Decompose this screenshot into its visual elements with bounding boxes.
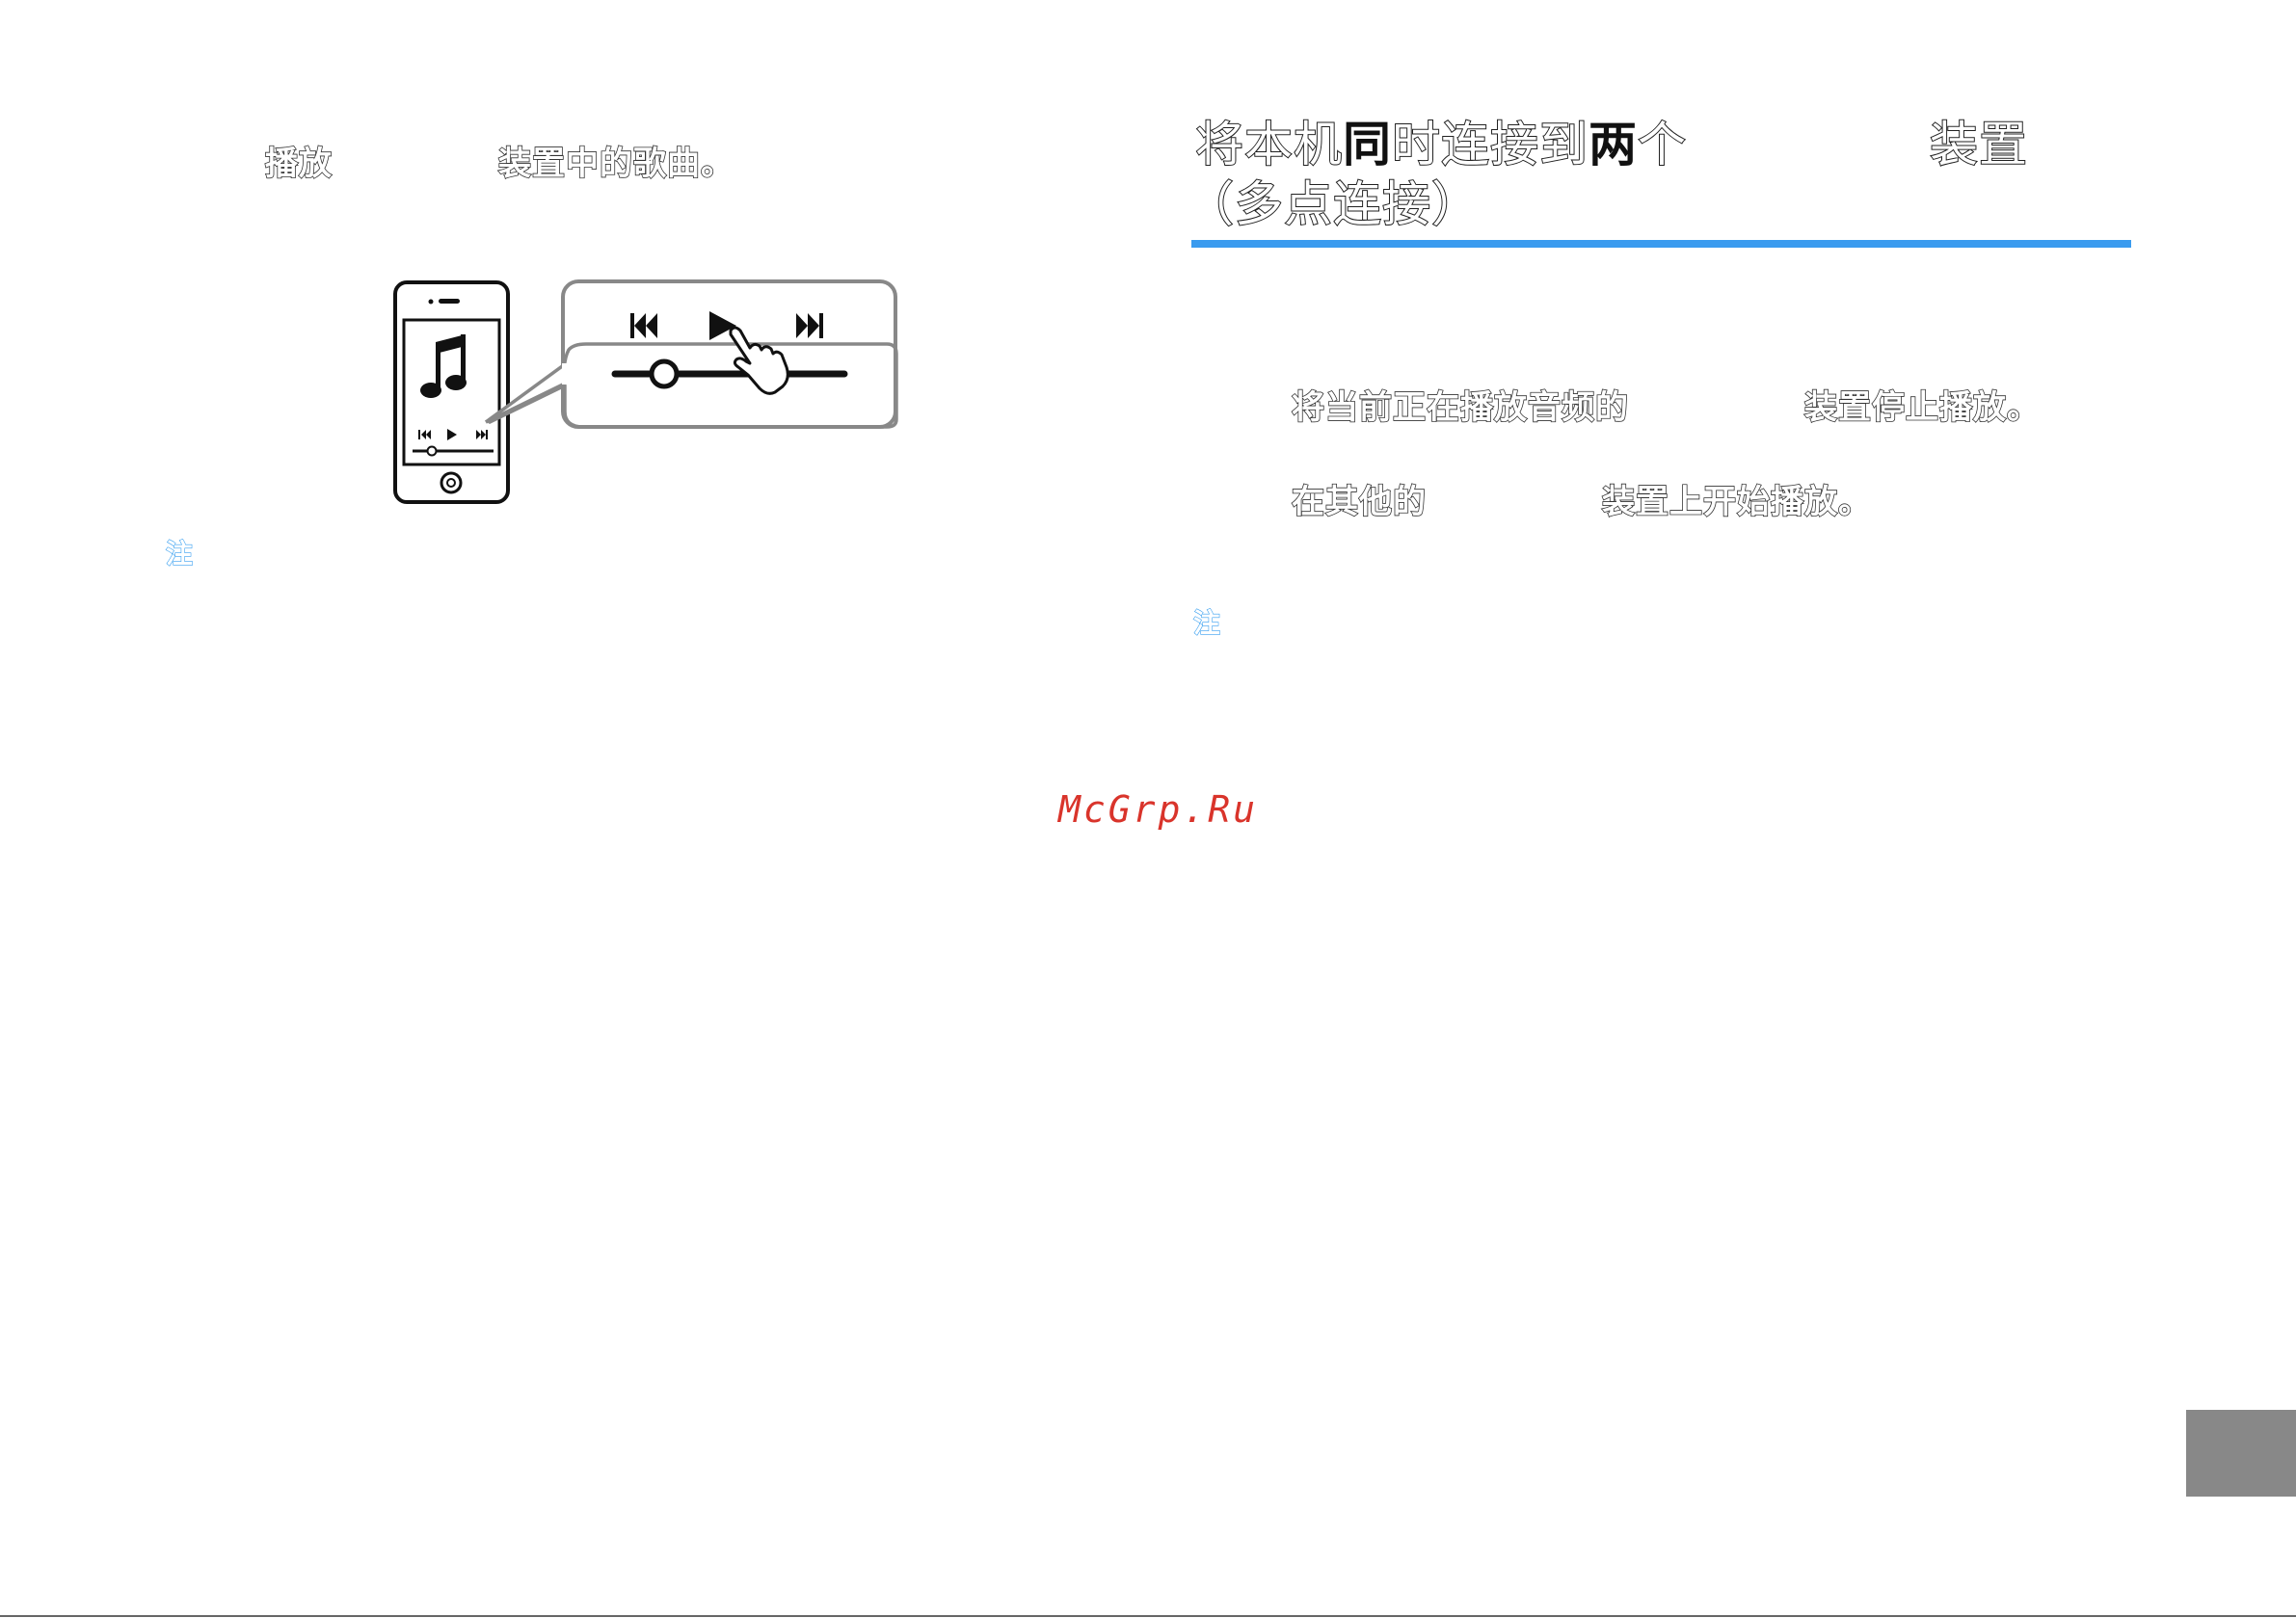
left-step-text: 播放 装置中的歌曲。 [264, 144, 734, 184]
left-step-part2: 装置中的歌曲。 [497, 144, 734, 184]
right-step2-text: 在其他的 装置上开始播放。 [1291, 482, 1872, 522]
section-heading-line1: 将本机同时连接到两个 装置 [1194, 116, 2028, 173]
heading-part-c: 时连接到 [1391, 116, 1589, 173]
watermark-text: McGrp.Ru [1058, 788, 1259, 831]
heading-part-e: 个 [1637, 116, 1687, 173]
previous-track-icon [630, 313, 657, 338]
right-step2-part2: 装置上开始播放。 [1601, 482, 1872, 522]
right-note-label: 注 [1192, 607, 1221, 639]
seek-slider [611, 358, 848, 389]
left-step-part1: 播放 [264, 144, 333, 184]
next-track-icon [796, 313, 823, 338]
right-step1-part1: 将当前正在播放音频的 [1291, 387, 1629, 428]
heading-part-f: 装置 [1929, 116, 2028, 173]
phone-icon [393, 280, 510, 504]
heading-part-d: 两 [1589, 117, 1638, 172]
right-step1-text: 将当前正在播放音频的 装置停止播放。 [1291, 387, 2041, 428]
phone-playback-illustration [393, 279, 898, 504]
right-step1-part2: 装置停止播放。 [1803, 387, 2041, 428]
hand-pointer-icon [729, 326, 789, 395]
section-heading-line2: （多点连接） [1185, 175, 1481, 233]
page-tab [2186, 1410, 2296, 1497]
zoom-callout [484, 279, 898, 429]
left-note-label: 注 [165, 538, 194, 570]
heading-part-a: 将本机 [1194, 116, 1343, 173]
heading-part-b: 同 [1343, 117, 1392, 172]
heading-underline [1191, 240, 2131, 248]
right-step2-part1: 在其他的 [1291, 482, 1427, 522]
bottom-rule [0, 1615, 2296, 1617]
